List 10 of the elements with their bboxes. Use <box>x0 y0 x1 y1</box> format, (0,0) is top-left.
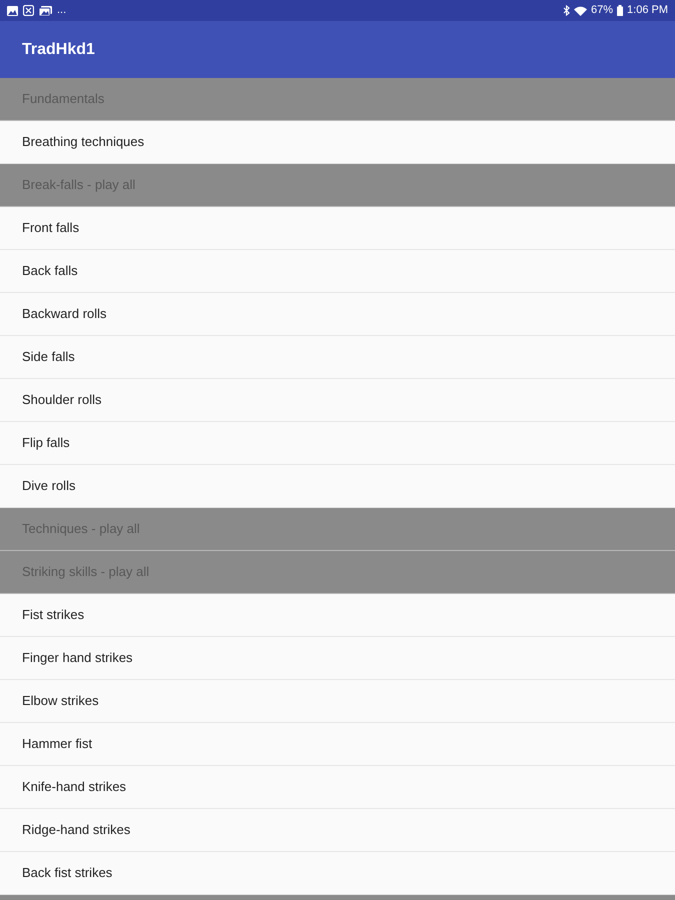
more-notifications-text: ... <box>57 5 66 16</box>
clock-time: 1:06 PM <box>627 5 668 16</box>
gallery-icon <box>39 6 52 16</box>
battery-percent: 67% <box>591 5 614 16</box>
wifi-icon <box>574 6 587 16</box>
image-icon <box>7 6 18 16</box>
bluetooth-icon <box>563 5 570 16</box>
battery-icon <box>617 5 624 16</box>
app-title: TradHkd1 <box>22 40 95 60</box>
app-notification-icon <box>23 5 34 16</box>
